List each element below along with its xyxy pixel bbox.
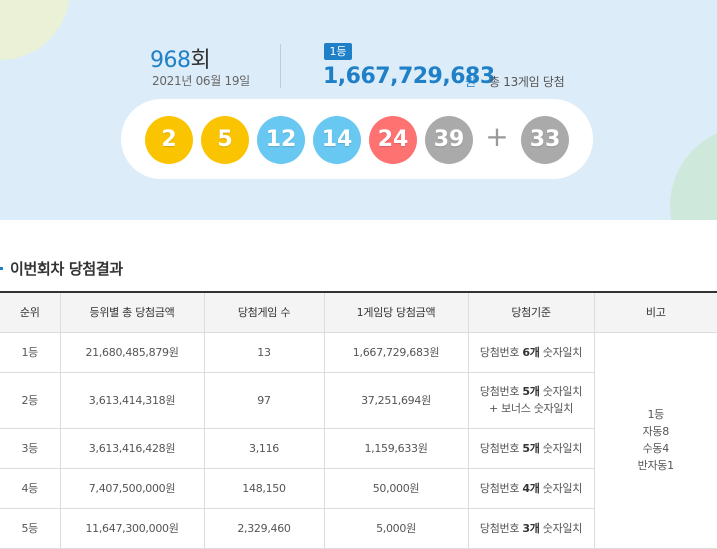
notes-cell: 1등 자동8 수동4 반자동1 <box>593 331 717 549</box>
total-prize-cell: 11,647,300,000원 <box>59 507 205 549</box>
prize-per-game-cell: 37,251,694원 <box>323 371 469 429</box>
first-rank-badge: 1등 <box>324 43 352 60</box>
column-header-rank: 순위 <box>0 291 61 333</box>
note-line: 자동8 <box>642 425 670 438</box>
column-header-prize-per-game: 1게임당 당첨금액 <box>323 291 469 333</box>
prize-results-table: 순위 등위별 총 당첨금액 당첨게임 수 1게임당 당첨금액 당첨기준 비고 1… <box>0 291 717 549</box>
draw-date: 2021년 06월 19일 <box>152 74 250 88</box>
total-prize-cell: 3,613,416,428원 <box>59 427 205 469</box>
winning-ball-3: 12 <box>257 116 305 164</box>
prize-per-game-cell: 50,000원 <box>323 467 469 509</box>
rank-cell: 3등 <box>0 427 61 469</box>
decorative-circle-bottom-right <box>670 126 717 220</box>
column-header-notes: 비고 <box>593 291 717 333</box>
rank-cell: 1등 <box>0 331 61 373</box>
winning-ball-2: 5 <box>201 116 249 164</box>
prize-per-game-cell: 1,159,633원 <box>323 427 469 469</box>
winning-ball-4: 14 <box>313 116 361 164</box>
table-header-row: 순위 등위별 총 당첨금액 당첨게임 수 1게임당 당첨금액 당첨기준 비고 <box>0 291 717 333</box>
total-prize-cell: 21,680,485,879원 <box>59 331 205 373</box>
criteria-cell: 당첨번호 5개 숫자일치 + 보너스 숫자일치 <box>467 371 594 429</box>
rank-cell: 2등 <box>0 371 61 429</box>
plus-icon: + <box>485 120 509 153</box>
section-bullet-icon <box>0 267 3 270</box>
first-prize-unit: 원 <box>465 75 477 89</box>
note-line: 반자동1 <box>637 459 674 472</box>
criteria-cell: 당첨번호 4개 숫자일치 <box>467 467 594 509</box>
column-header-winning-games: 당첨게임 수 <box>203 291 325 333</box>
header-divider <box>280 44 281 88</box>
prize-per-game-cell: 5,000원 <box>323 507 469 549</box>
prize-per-game-cell: 1,667,729,683원 <box>323 331 469 373</box>
rank-cell: 5등 <box>0 507 61 549</box>
first-prize-winners-note: 총 13게임 당첨 <box>489 75 565 89</box>
winning-ball-6: 39 <box>425 116 473 164</box>
section-title: 이번회차 당첨결과 <box>10 260 123 278</box>
column-header-criteria: 당첨기준 <box>467 291 595 333</box>
criteria-cell: 당첨번호 3개 숫자일치 <box>467 507 594 549</box>
total-prize-cell: 3,613,414,318원 <box>59 371 205 429</box>
draw-result-hero: 968회 2021년 06월 19일 1등 1,667,729,683 원 총 … <box>0 0 717 220</box>
total-prize-cell: 7,407,500,000원 <box>59 467 205 509</box>
criteria-cell: 당첨번호 6개 숫자일치 <box>467 331 595 373</box>
decorative-circle-top-left <box>0 0 70 60</box>
criteria-cell: 당첨번호 5개 숫자일치 <box>467 427 594 469</box>
note-line: 수동4 <box>642 442 670 455</box>
winning-games-cell: 13 <box>203 331 325 373</box>
bonus-ball: 33 <box>521 116 569 164</box>
winning-games-cell: 97 <box>203 371 325 429</box>
criteria-bonus-line: + 보너스 숫자일치 <box>488 402 574 415</box>
winning-ball-5: 24 <box>369 116 417 164</box>
round-number: 968회 <box>150 48 211 73</box>
table-row: 1등 21,680,485,879원 13 1,667,729,683원 당첨번… <box>0 331 717 549</box>
column-header-total-prize: 등위별 총 당첨금액 <box>59 291 205 333</box>
winning-games-cell: 2,329,460 <box>203 507 325 549</box>
winning-games-cell: 148,150 <box>203 467 325 509</box>
winning-ball-1: 2 <box>145 116 193 164</box>
rank-cell: 4등 <box>0 467 61 509</box>
winning-games-cell: 3,116 <box>203 427 325 469</box>
note-line: 1등 <box>647 408 665 421</box>
